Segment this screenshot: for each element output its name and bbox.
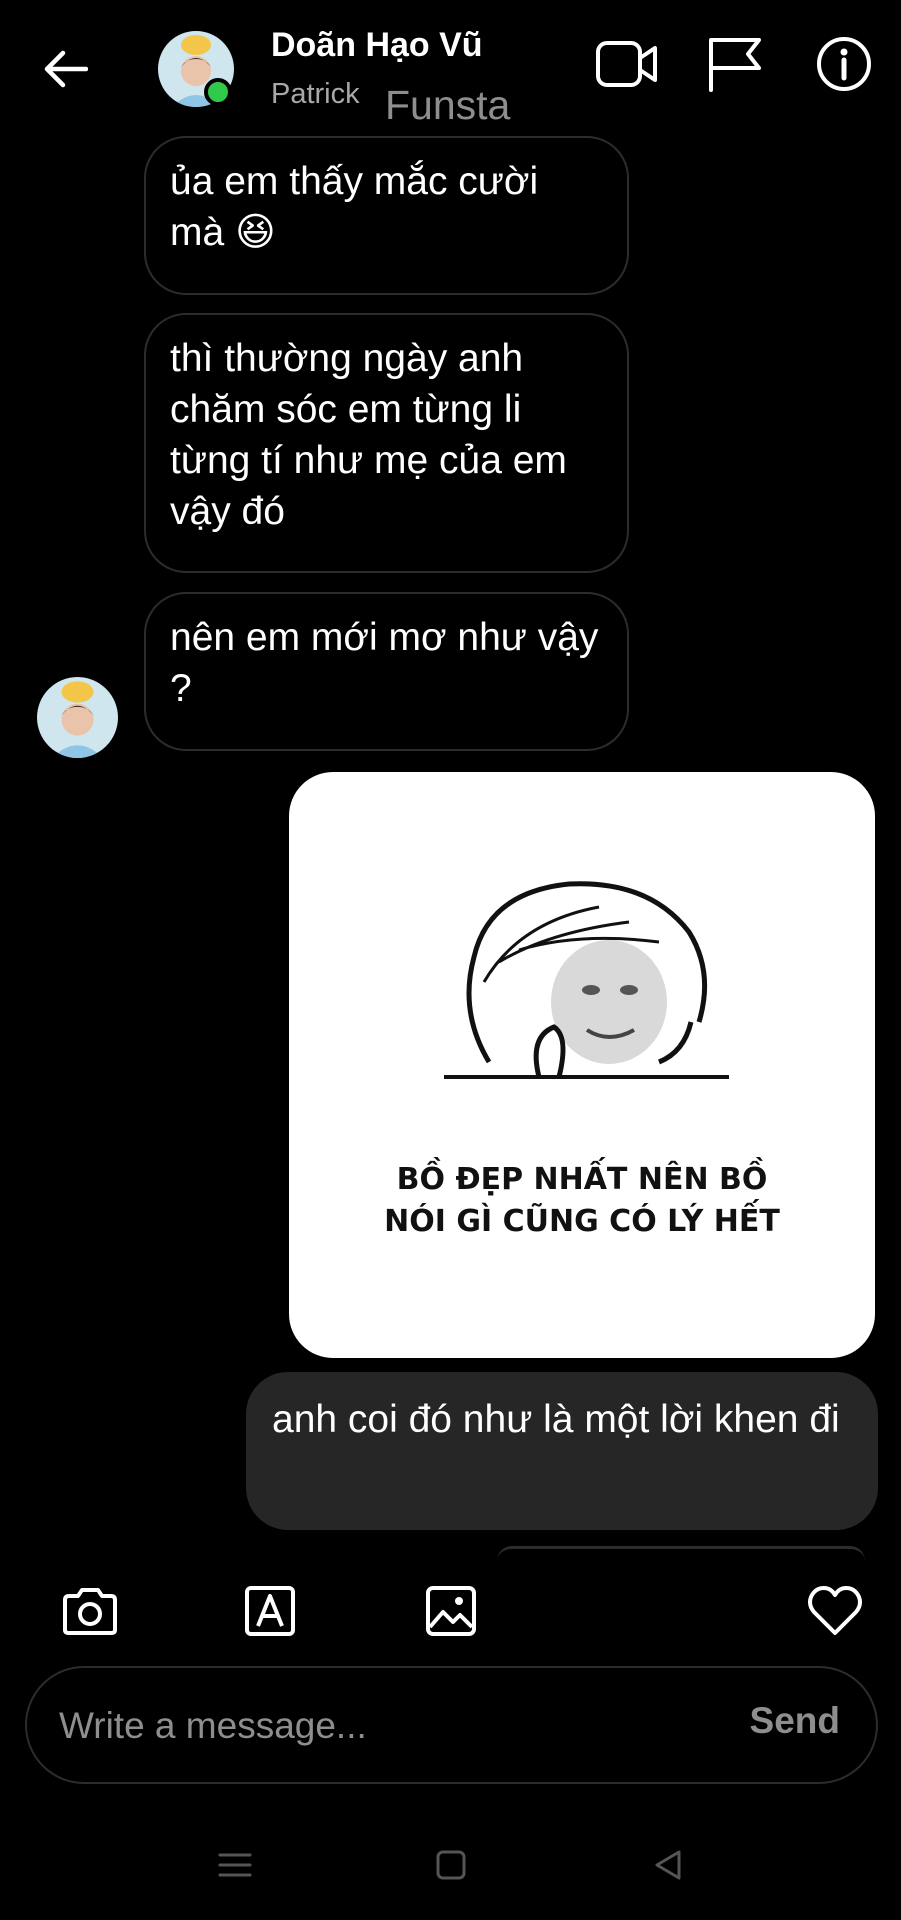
report-button[interactable] — [698, 32, 770, 96]
heart-icon — [808, 1586, 862, 1635]
gallery-icon — [426, 1586, 476, 1636]
text-style-icon — [245, 1586, 295, 1636]
back-nav-button[interactable] — [643, 1840, 693, 1890]
message-composer: Send — [25, 1666, 878, 1784]
sticker-caption-line: NÓI GÌ CŨNG CÓ LÝ HẾT — [384, 1204, 780, 1239]
send-button[interactable]: Send — [750, 1700, 840, 1742]
message-text: ủa em thấy mắc cười mà 😆 — [170, 160, 539, 254]
flag-icon — [709, 38, 761, 92]
home-square-icon — [436, 1850, 466, 1880]
back-button[interactable] — [30, 40, 100, 98]
menu-icon — [218, 1853, 252, 1877]
like-button[interactable] — [803, 1583, 867, 1639]
incoming-message[interactable]: thì thường ngày anh chăm sóc em từng li … — [144, 313, 629, 573]
camera-icon — [63, 1588, 117, 1635]
avatar-image — [37, 677, 118, 758]
sticker-message[interactable]: BỒ ĐẸP NHẤT NÊN BỒ NÓI GÌ CŨNG CÓ LÝ HẾT — [289, 772, 875, 1358]
back-arrow-icon — [44, 50, 88, 88]
menu-nav-button[interactable] — [210, 1840, 260, 1890]
contact-name[interactable]: Doãn Hạo Vũ — [271, 26, 483, 65]
incoming-message[interactable]: ủa em thấy mắc cười mà 😆 — [144, 136, 629, 295]
info-icon — [817, 37, 871, 91]
home-nav-button[interactable] — [426, 1840, 476, 1890]
sticker-caption-line: BỒ ĐẸP NHẤT NÊN BỒ — [396, 1162, 768, 1197]
video-call-icon — [596, 41, 657, 87]
message-text: thì thường ngày anh chăm sóc em từng li … — [170, 337, 567, 533]
sender-avatar[interactable] — [37, 677, 118, 758]
incoming-message[interactable]: nên em mới mơ như vậy ? — [144, 592, 629, 751]
outgoing-message[interactable]: anh coi đó như là một lời khen đi — [246, 1372, 878, 1530]
message-input[interactable] — [57, 1693, 701, 1759]
back-triangle-icon — [655, 1850, 681, 1880]
text-style-button[interactable] — [238, 1583, 302, 1639]
message-text: anh coi đó như là một lời khen đi — [272, 1398, 840, 1441]
message-text: nên em mới mơ như vậy ? — [170, 616, 599, 710]
overlay-text: Funsta — [385, 82, 511, 128]
online-status-dot — [204, 78, 232, 106]
camera-button[interactable] — [58, 1583, 122, 1639]
contact-subtitle: Patrick — [271, 78, 360, 110]
info-button[interactable] — [808, 32, 880, 96]
video-call-button[interactable] — [591, 32, 663, 96]
gallery-button[interactable] — [419, 1583, 483, 1639]
next-message-edge — [497, 1546, 865, 1561]
sticker-illustration — [444, 881, 729, 1079]
